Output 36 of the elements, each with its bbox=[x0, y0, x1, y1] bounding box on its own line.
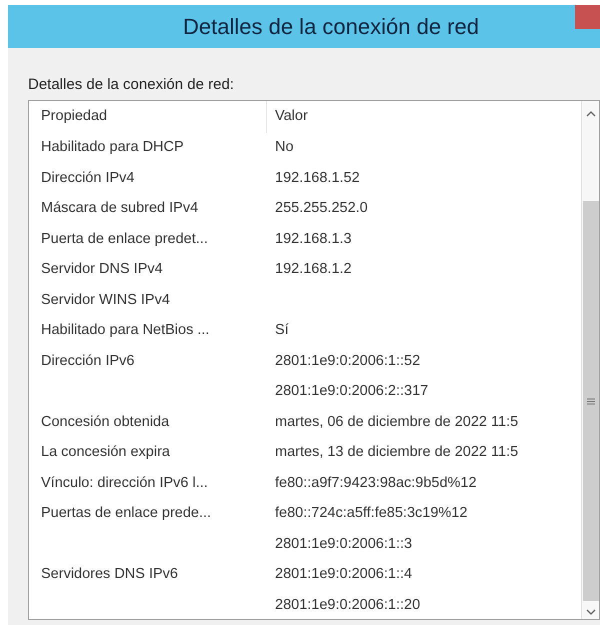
value-cell: martes, 06 de diciembre de 2022 11:5 bbox=[275, 414, 518, 430]
column-header[interactable]: Valor bbox=[267, 101, 582, 133]
value-cell: Sí bbox=[275, 322, 289, 338]
value-cell: martes, 13 de diciembre de 2022 11:5 bbox=[275, 444, 518, 460]
property-cell: Dirección IPv4 bbox=[41, 170, 134, 186]
property-cell: Servidor DNS IPv4 bbox=[41, 261, 163, 278]
scrollbar-thumb[interactable] bbox=[582, 201, 599, 601]
value-cell: 2801:1e9:0:2006:1::3 bbox=[275, 536, 412, 552]
property-cell: Dirección IPv6 bbox=[41, 352, 134, 369]
section-label: Detalles de la conexión de red: bbox=[28, 75, 235, 94]
value-cell: 192.168.1.52 bbox=[275, 170, 360, 186]
value-cell: 192.168.1.2 bbox=[275, 261, 352, 278]
window-title: Detalles de la conexión de red bbox=[183, 13, 479, 41]
property-cell: Puerta de enlace predet... bbox=[41, 230, 208, 247]
property-cell: Vínculo: dirección IPv6 l... bbox=[41, 474, 208, 491]
value-cell: No bbox=[275, 139, 294, 156]
column-header[interactable]: Propiedad bbox=[29, 101, 267, 133]
value-cell: fe80::724c:a5ff:fe85:3c19%12 bbox=[275, 505, 468, 522]
value-cell: 2801:1e9:0:2006:1::4 bbox=[275, 566, 412, 582]
property-cell: Concesión obtenida bbox=[41, 414, 170, 430]
scrollbar[interactable] bbox=[581, 101, 599, 619]
value-cell: 2801:1e9:0:2006:1::20 bbox=[275, 596, 420, 613]
property-cell: Puertas de enlace prede... bbox=[41, 505, 212, 522]
value-cell: 2801:1e9:0:2006:1::52 bbox=[275, 352, 420, 369]
value-cell: fe80::a9f7:9423:98ac:9b5d%12 bbox=[275, 474, 477, 491]
property-cell: Habilitado para DHCP bbox=[41, 139, 184, 156]
property-cell: La concesión expira bbox=[41, 444, 170, 460]
property-cell: Servidor WINS IPv4 bbox=[41, 292, 170, 308]
property-cell: Habilitado para NetBios ... bbox=[41, 322, 210, 338]
property-cell: Máscara de subred IPv4 bbox=[41, 200, 198, 216]
close-button[interactable] bbox=[575, 5, 600, 29]
property-cell: Servidores DNS IPv6 bbox=[41, 566, 178, 582]
value-cell: 2801:1e9:0:2006:2::317 bbox=[275, 383, 428, 400]
value-cell: 192.168.1.3 bbox=[275, 230, 352, 247]
grip-icon bbox=[586, 398, 595, 404]
value-cell: 255.255.252.0 bbox=[275, 200, 368, 216]
